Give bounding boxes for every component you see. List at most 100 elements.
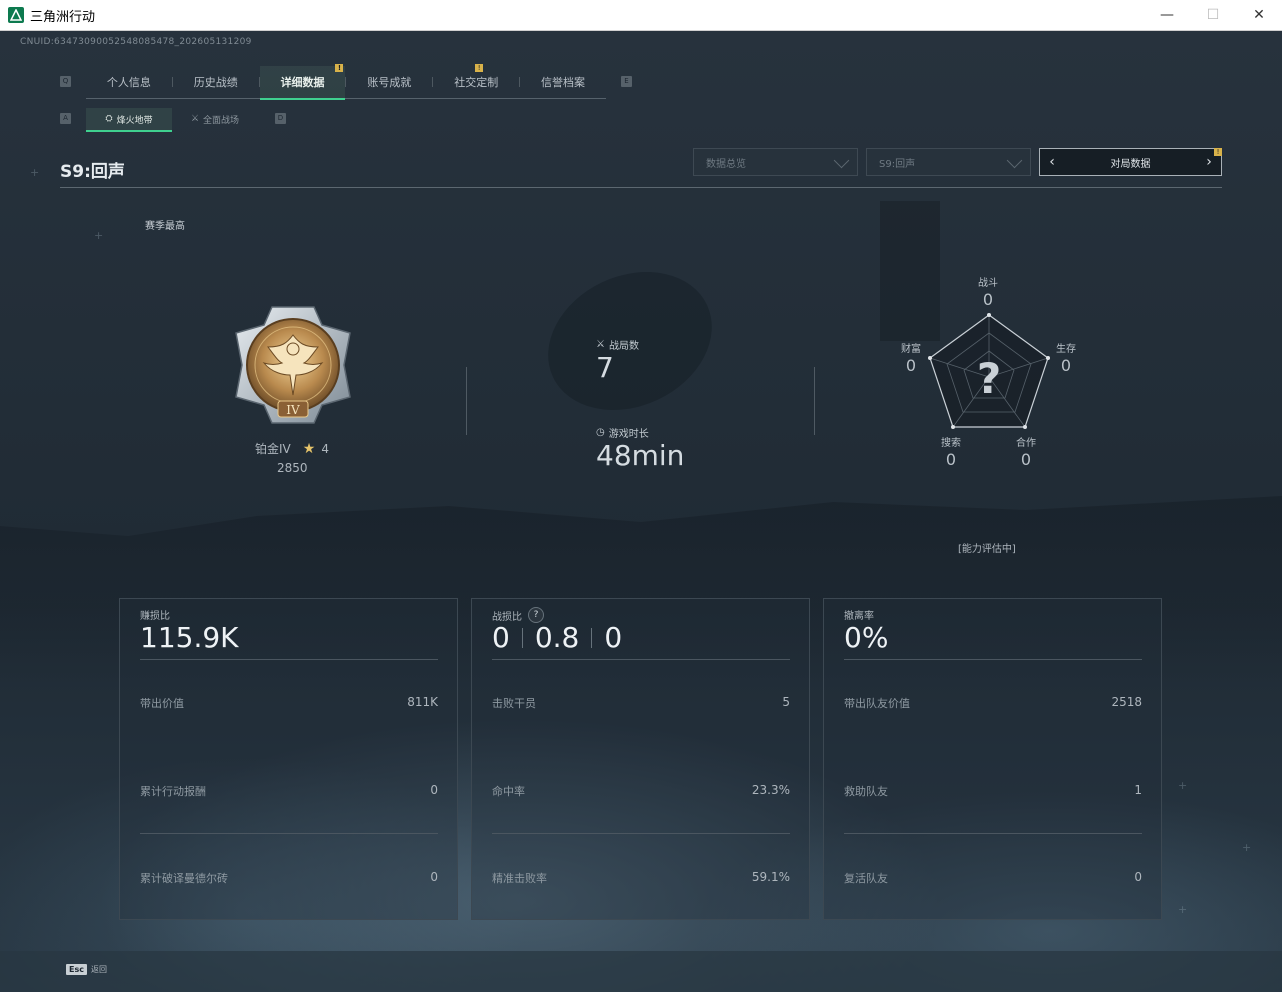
dropdown-value: 数据总览 <box>706 158 746 170</box>
new-badge-icon: ! <box>475 64 484 72</box>
radar-wealth-value: 0 <box>905 356 917 375</box>
profit-loss-card: 赚损比 115.9K 带出价值 811K 累计行动报酬 0 累计破译曼德尔砖 0 <box>119 598 458 920</box>
value-separator <box>591 627 593 648</box>
row-value: 0 <box>1134 870 1142 884</box>
tab-prev-key-hint: Q <box>60 76 71 87</box>
decor-cross-icon: + <box>30 166 40 179</box>
tab-personal-info[interactable]: 个人信息 <box>86 66 172 98</box>
matches-label-row: ⚔ 战局数 <box>596 337 639 352</box>
row-value: 0 <box>430 870 438 884</box>
tab-reputation[interactable]: 信誉档案 <box>520 66 606 98</box>
card-row: 精准击败率 59.1% <box>492 870 790 886</box>
card-row: 救助队友 1 <box>844 783 1142 799</box>
tab-label: 详细数据 <box>280 76 325 89</box>
row-value: 59.1% <box>751 870 790 884</box>
game-viewport: CNUID:6347309005254808547​8_202605131209… <box>0 31 1282 992</box>
card-main-value: 0 0.8 0 <box>492 621 622 654</box>
decor-cross-icon: + <box>1178 903 1188 916</box>
card-main-value: 115.9K <box>140 621 239 654</box>
card-row: 复活队友 0 <box>844 870 1142 886</box>
card-divider <box>844 659 1142 660</box>
ability-radar-chart: ? <box>928 313 1050 429</box>
card-divider <box>140 659 438 660</box>
kd-kills: 0 <box>492 621 510 654</box>
esc-key-hint: Esc <box>66 964 87 975</box>
radar-combat-label: 战斗 <box>978 278 998 289</box>
maximize-button[interactable]: ☐ <box>1190 0 1236 30</box>
operations-mode-icon: ⛭ <box>105 114 113 124</box>
row-label: 带出价值 <box>140 697 184 710</box>
extraction-rate-card: 撤离率 0% 带出队友价值 2518 救助队友 1 复活队友 0 <box>823 598 1162 920</box>
new-badge-icon: ! <box>1214 148 1222 156</box>
back-button[interactable]: Esc 返回 <box>66 964 107 975</box>
subtab-warfare[interactable]: ⚔ 全面战场 <box>172 108 258 130</box>
row-label: 救助队友 <box>844 785 888 798</box>
subtab-prev-key-hint: A <box>60 113 71 124</box>
mode-subtabs: ⛭ 烽火地带 ⚔ 全面战场 <box>86 108 258 132</box>
playtime-label-row: ◷ 游戏时长 <box>596 425 649 440</box>
decor-cross-icon: + <box>1178 779 1188 792</box>
rank-medal-icon: IV <box>235 306 351 424</box>
playtime-label: 游戏时长 <box>608 429 649 440</box>
subtab-label: 全面战场 <box>203 115 240 126</box>
prev-arrow-button[interactable]: ‹ <box>1042 149 1062 175</box>
star-icon: ★ <box>302 440 316 457</box>
section-divider <box>814 367 815 435</box>
tab-detailed-data[interactable]: 详细数据 ! <box>259 64 346 100</box>
kd-ratio: 0.8 <box>534 621 580 654</box>
close-button[interactable]: ✕ <box>1236 0 1282 30</box>
row-label: 复活队友 <box>844 872 888 885</box>
radar-survival-value: 0 <box>1060 356 1072 375</box>
new-badge-icon: ! <box>335 64 344 72</box>
page-title: S9:回声 <box>60 162 125 182</box>
row-value: 0 <box>430 783 438 797</box>
row-value: 811K <box>407 695 438 709</box>
card-row: 命中率 23.3% <box>492 783 790 799</box>
match-data-pager: ‹ 对局数据 › ! <box>1039 148 1222 176</box>
back-label: 返回 <box>90 965 107 974</box>
app-logo-icon <box>8 7 24 23</box>
radar-unknown-mark: ? <box>977 354 1001 403</box>
season-best-label: 赛季最高 <box>145 221 185 232</box>
player-uid: CNUID:6347309005254808547​8_202605131209 <box>20 37 252 47</box>
radar-search-value: 0 <box>945 450 957 469</box>
row-value: 1 <box>1134 783 1142 797</box>
tab-label: 社交定制 <box>454 76 499 89</box>
minimize-button[interactable]: — <box>1144 0 1190 30</box>
assessment-status: [能力评估中] <box>958 544 1016 555</box>
row-label: 累计行动报酬 <box>140 785 206 798</box>
row-value: 2518 <box>1111 695 1142 709</box>
warfare-mode-icon: ⚔ <box>190 114 200 124</box>
kd-ratio-card: 战损比 ? 0 0.8 0 击败干员 5 命中率 23.3% 精准击败率 59.… <box>471 598 810 920</box>
radar-survival-label: 生存 <box>1056 344 1076 355</box>
tab-achievements[interactable]: 账号成就 <box>346 66 432 98</box>
matches-label: 战局数 <box>608 341 639 352</box>
radar-coop-value: 0 <box>1020 450 1032 469</box>
rank-name: 铂金IV <box>255 442 291 456</box>
row-label: 击败干员 <box>492 697 536 710</box>
row-label: 累计破译曼德尔砖 <box>140 872 228 885</box>
window-title: 三角洲行动 <box>30 9 96 25</box>
card-row: 累计破译曼德尔砖 0 <box>140 870 438 886</box>
card-label: 赚损比 <box>140 611 170 622</box>
rank-score: 2850 <box>277 461 308 475</box>
data-scope-dropdown[interactable]: 数据总览 <box>693 148 858 176</box>
card-label: 撤离率 <box>844 611 874 622</box>
pager-label[interactable]: 对局数据 <box>1111 155 1151 170</box>
dropdown-value: S9:回声 <box>879 158 916 170</box>
radar-search-label: 搜索 <box>941 438 961 449</box>
card-divider <box>140 833 438 834</box>
row-value: 23.3% <box>751 783 790 797</box>
tab-match-history[interactable]: 历史战绩 <box>173 66 259 98</box>
kd-deaths: 0 <box>604 621 623 654</box>
season-dropdown[interactable]: S9:回声 <box>866 148 1031 176</box>
subtab-operations[interactable]: ⛭ 烽火地带 <box>86 108 172 132</box>
crossed-swords-icon: ⚔ <box>596 339 605 350</box>
decor-cross-icon: + <box>94 229 104 242</box>
tab-social-custom[interactable]: 社交定制 ! <box>433 64 519 98</box>
main-tabs: 个人信息 历史战绩 详细数据 ! 账号成就 社交定制 ! 信誉档案 <box>86 64 606 100</box>
radar-wealth-label: 财富 <box>901 344 921 355</box>
title-divider <box>60 187 1222 188</box>
clock-icon: ◷ <box>596 427 605 438</box>
tab-next-key-hint: E <box>621 76 632 87</box>
